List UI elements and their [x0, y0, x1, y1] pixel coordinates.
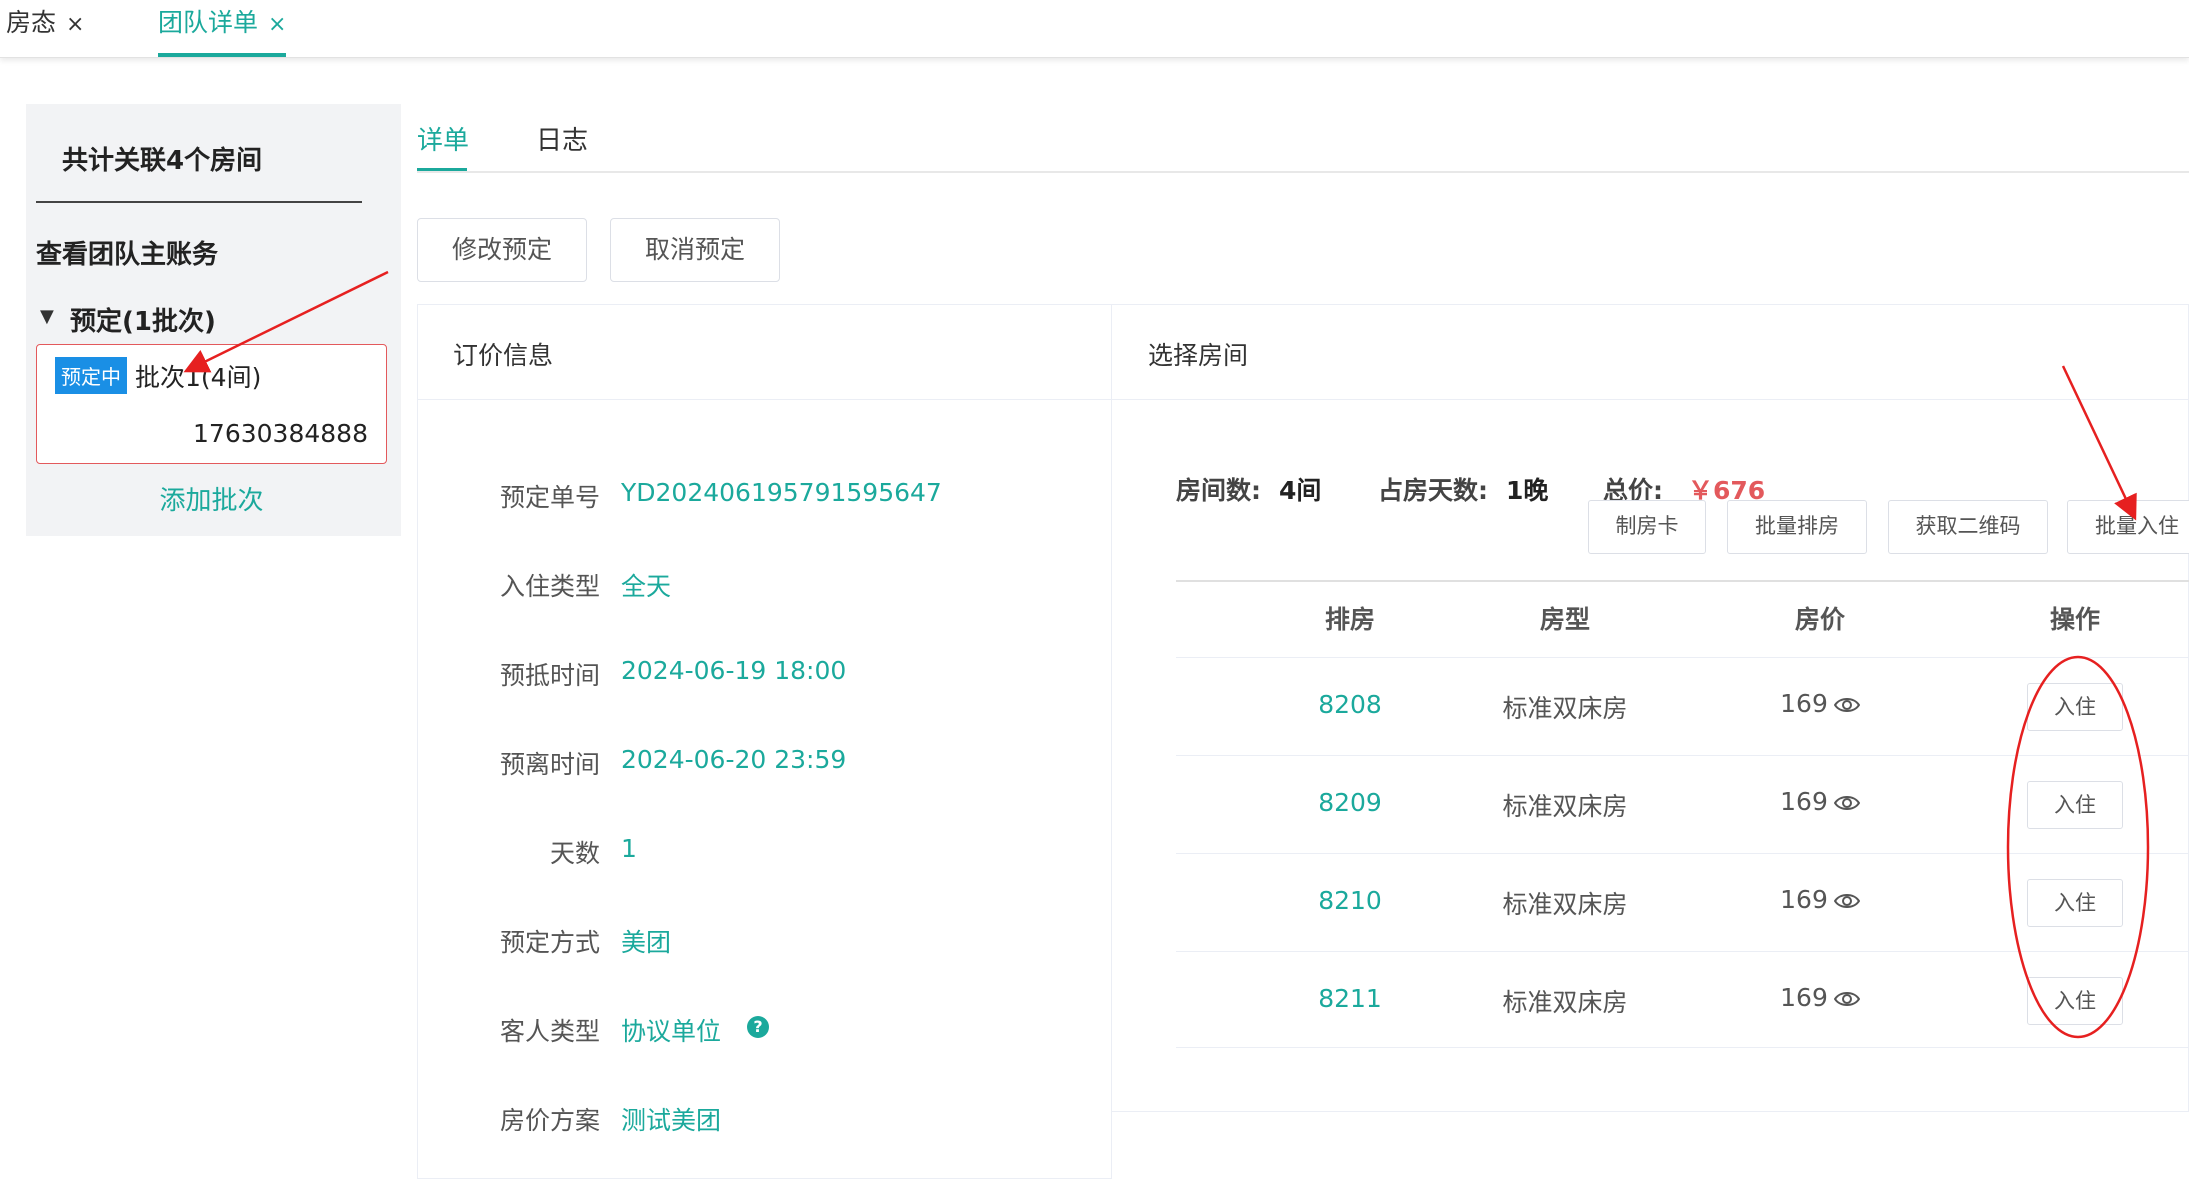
checkin-button[interactable]: 入住 — [2027, 977, 2123, 1025]
panel-title: 订价信息 — [453, 341, 554, 370]
checkin-button[interactable]: 入住 — [2027, 781, 2123, 829]
booking-channel: 美团 — [621, 928, 672, 957]
field-label: 房价方案 — [499, 1106, 600, 1135]
row-divider — [1176, 951, 2189, 952]
top-tab-bar: 房态 × 团队详单 × — [0, 0, 2189, 58]
tab-label: 团队详单 — [158, 8, 259, 37]
panel-header: 选择房间 — [1112, 305, 2188, 400]
eye-icon[interactable] — [1833, 794, 1860, 812]
make-room-card-button[interactable]: 制房卡 — [1588, 500, 1706, 554]
field-label: 预定方式 — [499, 928, 600, 957]
price-value: 169 — [1780, 983, 1828, 1012]
room-type: 标准双床房 — [1502, 694, 1628, 723]
tab-log[interactable]: 日志 — [536, 120, 588, 157]
batch-label: 批次1(4间) — [135, 363, 262, 392]
checkin-button[interactable]: 入住 — [2027, 683, 2123, 731]
room-count-text: 共计关联4个房间 — [62, 146, 263, 176]
guest-type: 协议单位 — [621, 1017, 722, 1046]
row-divider — [1176, 853, 2189, 854]
price-value: 169 — [1780, 689, 1828, 718]
panel-header: 订价信息 — [418, 305, 1111, 400]
room-type: 标准双床房 — [1502, 890, 1628, 919]
help-icon[interactable]: ? — [747, 1016, 769, 1038]
column-header-price: 房价 — [1794, 605, 1845, 634]
batch-card[interactable]: 预定中 批次1(4间) 17630384888 — [36, 344, 387, 464]
room-number-link[interactable]: 8210 — [1290, 886, 1410, 915]
reservation-group-label[interactable]: 预定(1批次) — [70, 301, 216, 338]
checkin-button[interactable]: 入住 — [2027, 879, 2123, 927]
add-batch-link[interactable]: 添加批次 — [36, 480, 387, 517]
room-type: 标准双床房 — [1502, 792, 1628, 821]
caret-down-icon[interactable]: ▼ — [40, 306, 54, 327]
departure-time: 2024-06-20 23:59 — [621, 745, 847, 774]
table-top-border — [1176, 580, 2189, 582]
master-account-link[interactable]: 查看团队主账务 — [36, 234, 218, 271]
field-label: 入住类型 — [499, 572, 600, 601]
price-value: 169 — [1780, 885, 1828, 914]
row-divider — [1176, 657, 2189, 658]
tab-detail[interactable]: 详单 — [417, 120, 469, 157]
checkin-type: 全天 — [621, 572, 672, 601]
field-label: 预定单号 — [499, 483, 600, 512]
close-icon[interactable]: × — [66, 12, 84, 37]
eye-icon[interactable] — [1833, 892, 1860, 910]
field-label: 预离时间 — [499, 750, 600, 779]
batch-phone: 17630384888 — [193, 419, 368, 448]
room-number-link[interactable]: 8209 — [1290, 788, 1410, 817]
divider — [36, 201, 362, 203]
tab-divider — [417, 171, 2189, 173]
column-header-room-type: 房型 — [1539, 605, 1590, 634]
status-badge: 预定中 — [55, 357, 127, 394]
cancel-reservation-button[interactable]: 取消预定 — [610, 218, 780, 282]
eye-icon[interactable] — [1833, 696, 1860, 714]
column-header-action: 操作 — [2049, 605, 2100, 634]
field-label: 天数 — [549, 839, 600, 868]
room-price: 169 — [1760, 885, 1880, 914]
reservation-number: YD202406195791595647 — [621, 478, 942, 507]
room-price: 169 — [1760, 787, 1880, 816]
tab-group-detail[interactable]: 团队详单 × — [158, 0, 287, 57]
get-qr-code-button[interactable]: 获取二维码 — [1888, 500, 2048, 554]
days-count: 1 — [621, 834, 637, 863]
row-divider — [1176, 1047, 2189, 1048]
row-divider — [1176, 755, 2189, 756]
room-count-value: 4间 — [1279, 476, 1322, 505]
eye-icon[interactable] — [1833, 990, 1860, 1008]
tab-label: 房态 — [6, 8, 57, 37]
room-number-link[interactable]: 8211 — [1290, 984, 1410, 1013]
nights-value: 1晚 — [1506, 476, 1549, 505]
batch-checkin-button[interactable]: 批量入住 — [2067, 500, 2189, 554]
field-label: 预抵时间 — [499, 661, 600, 690]
price-value: 169 — [1780, 787, 1828, 816]
room-price: 169 — [1760, 983, 1880, 1012]
nights-label: 占房天数: — [1378, 476, 1488, 505]
column-header-room: 排房 — [1324, 605, 1375, 634]
batch-assign-button[interactable]: 批量排房 — [1727, 500, 1867, 554]
room-price: 169 — [1760, 689, 1880, 718]
field-label: 客人类型 — [499, 1017, 600, 1046]
room-count-label: 房间数: — [1176, 476, 1261, 505]
close-icon[interactable]: × — [268, 12, 286, 37]
arrival-time: 2024-06-19 18:00 — [621, 656, 847, 685]
modify-reservation-button[interactable]: 修改预定 — [417, 218, 587, 282]
panel-title: 选择房间 — [1148, 341, 1249, 370]
room-number-link[interactable]: 8208 — [1290, 690, 1410, 719]
room-type: 标准双床房 — [1502, 988, 1628, 1017]
rate-plan: 测试美团 — [621, 1106, 722, 1135]
tab-room-status[interactable]: 房态 × — [6, 0, 84, 57]
